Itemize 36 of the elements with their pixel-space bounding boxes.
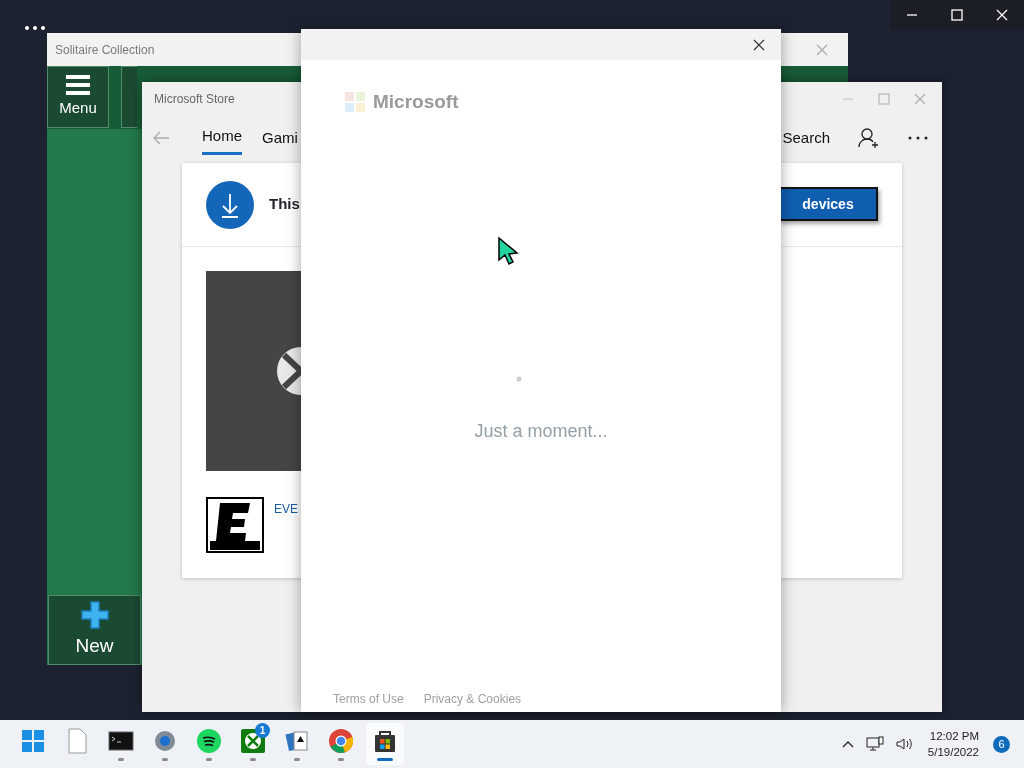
browser-icon [328, 727, 354, 754]
window-title: Microsoft Store [154, 91, 235, 108]
toolbar-tile[interactable] [121, 66, 137, 128]
music-app-icon [196, 727, 222, 754]
close-icon[interactable] [753, 38, 765, 51]
menu-button[interactable]: Menu [47, 66, 109, 128]
menu-icon [66, 74, 90, 95]
game-app-icon [240, 727, 266, 754]
clock[interactable]: 12:02 PM 5/19/2022 [925, 728, 981, 760]
volume-icon[interactable] [895, 737, 914, 751]
taskbar-app[interactable]: 1 [234, 723, 272, 765]
notification-count[interactable]: 6 [993, 735, 1010, 753]
network-icon[interactable] [865, 736, 884, 752]
banner-text: This [269, 194, 300, 215]
logo-icon [345, 92, 365, 113]
cursor-icon [497, 236, 519, 266]
more-icon[interactable] [24, 25, 46, 31]
rating-text[interactable]: EVE [274, 500, 298, 518]
plus-icon [79, 599, 110, 630]
add-account-icon[interactable] [858, 127, 880, 149]
download-icon [206, 180, 254, 229]
loading-text: Just a moment... [473, 420, 609, 443]
rating-icon [206, 497, 264, 553]
chevron-up-icon[interactable] [841, 740, 854, 748]
search-button[interactable]: Search [782, 122, 830, 154]
notification-badge: 1 [255, 723, 270, 738]
devices-button[interactable]: devices [778, 187, 878, 221]
spinner-icon [516, 376, 522, 382]
window-title: Solitaire Collection [55, 41, 155, 59]
nav-tab[interactable]: Gami [262, 121, 298, 155]
taskbar-app[interactable] [366, 723, 404, 765]
more-icon[interactable] [908, 136, 928, 140]
new-game-button[interactable]: New [48, 595, 141, 665]
start-icon [20, 727, 46, 754]
brand-name: Microsoft [373, 90, 459, 114]
nav-tab[interactable]: Home [202, 121, 242, 155]
